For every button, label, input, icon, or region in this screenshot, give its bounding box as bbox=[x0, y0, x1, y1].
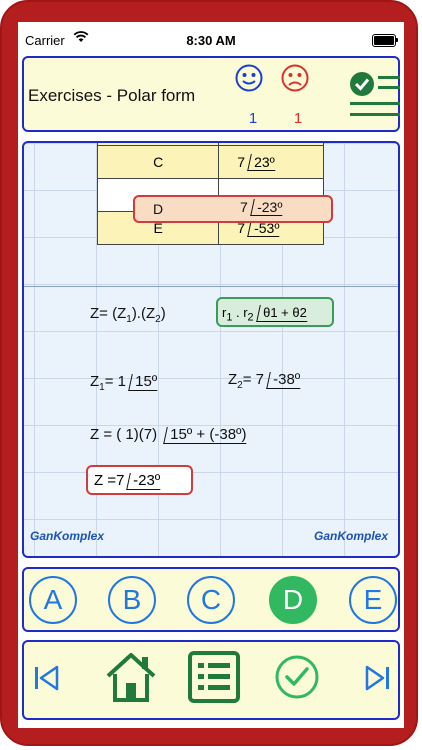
angle-symbol: 15º + (-38º) bbox=[163, 426, 251, 444]
product-formula: Z= (Z1).(Z2) bbox=[90, 305, 166, 325]
row-magnitude: 7 bbox=[240, 199, 248, 215]
row-label: D bbox=[153, 201, 164, 217]
sad-face-icon bbox=[281, 64, 309, 92]
angle-symbol: -23º bbox=[126, 472, 165, 490]
answer-choices: A B C D E bbox=[22, 567, 400, 632]
check-icon[interactable] bbox=[274, 654, 320, 700]
brand-right: GanKomplex bbox=[314, 529, 389, 543]
last-icon[interactable] bbox=[364, 664, 392, 692]
clock: 8:30 AM bbox=[186, 33, 236, 48]
screen: Carrier 8:30 AM Exercises - Polar form 1… bbox=[18, 22, 404, 728]
wrong-count: 1 bbox=[293, 110, 303, 127]
header-panel: Exercises - Polar form 1 1 bbox=[22, 56, 400, 132]
choice-c-button[interactable]: C bbox=[187, 576, 235, 624]
row-angle: 23º bbox=[254, 153, 275, 170]
selected-row-value: 7 -23º bbox=[240, 199, 286, 216]
bottom-nav bbox=[22, 640, 400, 720]
home-icon[interactable] bbox=[104, 650, 158, 704]
list-icon[interactable] bbox=[187, 650, 241, 704]
choice-d-button[interactable]: D bbox=[269, 576, 317, 624]
device-frame: Carrier 8:30 AM Exercises - Polar form 1… bbox=[0, 0, 418, 746]
table-row: C 7 23º bbox=[96, 145, 324, 179]
work-area: C 7 23º E 7 -53º D 7 -23º Z= (Z1).(Z2) r1 .… bbox=[22, 141, 400, 558]
happy-face-icon bbox=[235, 64, 263, 92]
options-table: C 7 23º E 7 -53º bbox=[96, 143, 324, 245]
divider bbox=[24, 286, 398, 287]
battery-icon bbox=[372, 34, 398, 47]
row-angle: -23º bbox=[256, 199, 283, 215]
choice-b-button[interactable]: B bbox=[108, 576, 156, 624]
angle-symbol: 15º bbox=[128, 373, 161, 391]
angle-symbol: θ1 + θ2 bbox=[255, 305, 311, 322]
choice-e-button[interactable]: E bbox=[349, 576, 397, 624]
first-icon[interactable] bbox=[32, 664, 60, 692]
result-box: Z =7 -23º bbox=[86, 465, 193, 495]
brand-left: GanKomplex bbox=[30, 529, 105, 543]
calculation-step: Z = ( 1)(7) 15º + (-38º) bbox=[90, 426, 251, 444]
row-magnitude: 7 bbox=[237, 153, 246, 170]
angle-symbol: 23º bbox=[247, 153, 279, 171]
correct-count: 1 bbox=[248, 110, 258, 127]
z2-value: Z2= 7 -38º bbox=[228, 371, 304, 391]
row-label: C bbox=[153, 154, 164, 170]
choice-a-button[interactable]: A bbox=[29, 576, 77, 624]
status-bar: Carrier 8:30 AM bbox=[18, 22, 404, 54]
checklist-icon[interactable] bbox=[348, 70, 400, 120]
z1-value: Z1= 1 15º bbox=[90, 373, 161, 393]
angle-symbol: -38º bbox=[266, 371, 304, 389]
angle-symbol: -23º bbox=[249, 199, 286, 216]
page-title: Exercises - Polar form bbox=[28, 86, 196, 105]
rule-hint: r1 . r2 θ1 + θ2 bbox=[216, 297, 334, 327]
